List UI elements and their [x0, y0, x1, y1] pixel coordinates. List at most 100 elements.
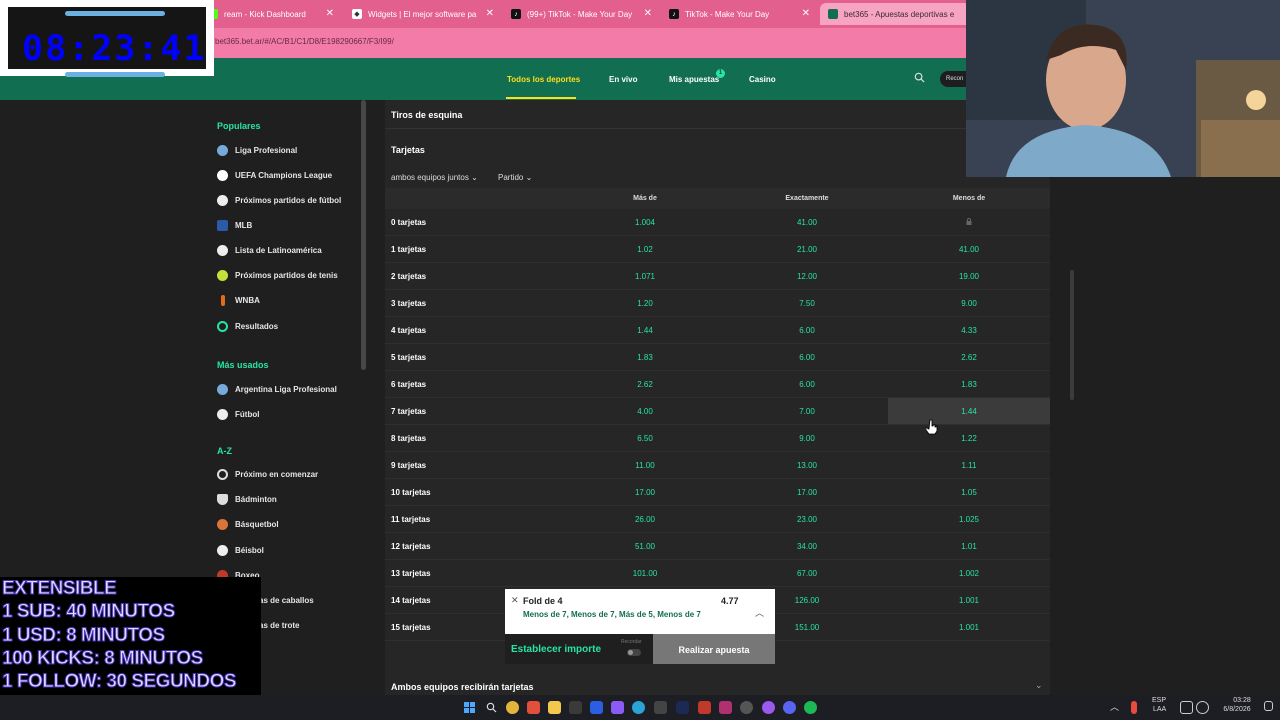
odds-over[interactable]: 11.00	[605, 461, 685, 470]
odds-exact[interactable]: 13.00	[767, 461, 847, 470]
odds-under[interactable]: 1.002	[929, 569, 1009, 578]
nav-casino[interactable]: Casino	[749, 75, 776, 84]
odds-over[interactable]: 6.50	[605, 434, 685, 443]
odds-under[interactable]: 41.00	[929, 245, 1009, 254]
filter-period-dropdown[interactable]: Partido ⌄	[498, 173, 532, 182]
odds-exact[interactable]: 12.00	[767, 272, 847, 281]
odds-exact[interactable]: 6.00	[767, 326, 847, 335]
sidebar-item-liga-profesional[interactable]: Liga Profesional	[217, 143, 297, 157]
main-scrollbar[interactable]	[1070, 270, 1074, 400]
nav-my-bets[interactable]: Mis apuestas	[669, 75, 719, 84]
sidebar-item-champions-league[interactable]: UEFA Champions League	[217, 168, 332, 182]
browser-tab[interactable]: ♪ TikTok - Make Your Day ✕	[661, 3, 816, 25]
odds-over[interactable]: 1.20	[605, 299, 685, 308]
close-icon[interactable]: ✕	[486, 8, 494, 19]
browser-tab[interactable]: ♪ (99+) TikTok - Make Your Day ✕	[503, 3, 658, 25]
edge-icon[interactable]	[632, 701, 645, 714]
app-icon[interactable]	[654, 701, 667, 714]
sidebar-item-results[interactable]: Resultados	[217, 319, 278, 333]
microphone-icon[interactable]	[1131, 701, 1137, 714]
clock-time[interactable]: 03:28	[1222, 697, 1262, 704]
network-icon[interactable]	[1180, 701, 1193, 714]
clock-date[interactable]: 6/8/2026	[1216, 706, 1258, 713]
search-icon[interactable]	[914, 72, 925, 83]
odds-over[interactable]: 101.00	[605, 569, 685, 578]
set-stake-button[interactable]: Establecer importe	[511, 644, 601, 655]
sidebar-item-badminton[interactable]: Bádminton	[217, 492, 277, 506]
sidebar-item-argentina-liga[interactable]: Argentina Liga Profesional	[217, 382, 337, 396]
discord-icon[interactable]	[783, 701, 796, 714]
odds-under[interactable]: 1.001	[929, 596, 1009, 605]
odds-over[interactable]: 1.071	[605, 272, 685, 281]
odds-over[interactable]: 1.44	[605, 326, 685, 335]
chevron-up-icon[interactable]: ︿	[1110, 700, 1119, 713]
folder-icon[interactable]	[548, 701, 561, 714]
odds-under[interactable]: 1.025	[929, 515, 1009, 524]
close-icon[interactable]: ✕	[644, 8, 652, 19]
odds-exact[interactable]: 6.00	[767, 353, 847, 362]
sidebar-scrollbar[interactable]	[361, 100, 366, 370]
stake-area[interactable]: Establecer importe Recordar	[505, 634, 653, 664]
odds-exact[interactable]: 23.00	[767, 515, 847, 524]
odds-over[interactable]: 1.02	[605, 245, 685, 254]
spotify-icon[interactable]	[804, 701, 817, 714]
app-icon[interactable]	[569, 701, 582, 714]
windows-start-icon[interactable]	[464, 702, 475, 713]
chrome-icon[interactable]	[506, 701, 519, 714]
odds-under[interactable]: 1.22	[929, 434, 1009, 443]
app-icon[interactable]	[719, 701, 732, 714]
steam-icon[interactable]	[740, 701, 753, 714]
odds-under[interactable]: 1.11	[929, 461, 1009, 470]
search-icon[interactable]	[486, 702, 497, 713]
odds-exact[interactable]: 7.50	[767, 299, 847, 308]
sidebar-item-basketball[interactable]: Básquetbol	[217, 517, 279, 531]
odds-exact[interactable]: 67.00	[767, 569, 847, 578]
odds-exact[interactable]: 151.00	[767, 623, 847, 632]
odds-over[interactable]: 17.00	[605, 488, 685, 497]
odds-over[interactable]: 1.83	[605, 353, 685, 362]
remember-toggle[interactable]	[627, 649, 641, 656]
odds-under[interactable]: 9.00	[929, 299, 1009, 308]
odds-exact[interactable]: 126.00	[767, 596, 847, 605]
photoshop-icon[interactable]	[676, 701, 689, 714]
sidebar-item-mlb[interactable]: MLB	[217, 218, 252, 232]
browser-tab[interactable]: ◆ Widgets | El mejor software pa ✕	[344, 3, 500, 25]
close-icon[interactable]: ✕	[326, 8, 334, 19]
market-title[interactable]: Tarjetas	[391, 145, 425, 155]
odds-exact[interactable]: 21.00	[767, 245, 847, 254]
odds-exact[interactable]: 17.00	[767, 488, 847, 497]
browser-tab-active[interactable]: bet365 - Apuestas deportivas e	[820, 3, 970, 25]
sidebar-item-latam[interactable]: Lista de Latinoamérica	[217, 243, 322, 257]
odds-under[interactable]: 1.01	[929, 542, 1009, 551]
nav-all-sports[interactable]: Todos los deportes	[507, 75, 580, 84]
odds-under[interactable]: 1.83	[929, 380, 1009, 389]
sidebar-item-next-tennis[interactable]: Próximos partidos de tenis	[217, 268, 338, 282]
odds-exact[interactable]: 6.00	[767, 380, 847, 389]
url-text[interactable]: bet365.bet.ar/#/AC/B1/C1/D8/E198290667/F…	[215, 37, 394, 46]
language-indicator-sub[interactable]: LAA	[1153, 706, 1166, 713]
language-indicator[interactable]: ESP	[1152, 697, 1166, 704]
sidebar-item-wnba[interactable]: WNBA	[217, 293, 260, 307]
close-icon[interactable]: ✕	[511, 595, 519, 606]
odds-under[interactable]: 4.33	[929, 326, 1009, 335]
notifications-icon[interactable]	[1264, 701, 1273, 711]
odds-over[interactable]: 1.004	[605, 218, 685, 227]
app-icon[interactable]	[762, 701, 775, 714]
odds-under[interactable]: 19.00	[929, 272, 1009, 281]
odds-under[interactable]: 2.62	[929, 353, 1009, 362]
close-icon[interactable]: ✕	[802, 8, 810, 19]
odds-exact[interactable]: 7.00	[767, 407, 847, 416]
odds-exact[interactable]: 9.00	[767, 434, 847, 443]
volume-icon[interactable]	[1196, 701, 1209, 714]
app-icon[interactable]	[698, 701, 711, 714]
sidebar-item-futbol[interactable]: Fútbol	[217, 407, 259, 421]
browser-tab[interactable]: ream - Kick Dashboard ✕	[200, 3, 340, 25]
next-market-row[interactable]: Ambos equipos recibirán tarjetas ⌄	[385, 672, 1050, 695]
odds-exact[interactable]: 34.00	[767, 542, 847, 551]
odds-exact[interactable]: 41.00	[767, 218, 847, 227]
odds-under[interactable]: 1.05	[929, 488, 1009, 497]
sidebar-item-next-to-start[interactable]: Próximo en comenzar	[217, 467, 318, 481]
place-bet-button[interactable]: Realizar apuesta	[653, 634, 775, 664]
odds-under[interactable]: 1.001	[929, 623, 1009, 632]
chevron-up-icon[interactable]: ︿	[755, 606, 764, 619]
